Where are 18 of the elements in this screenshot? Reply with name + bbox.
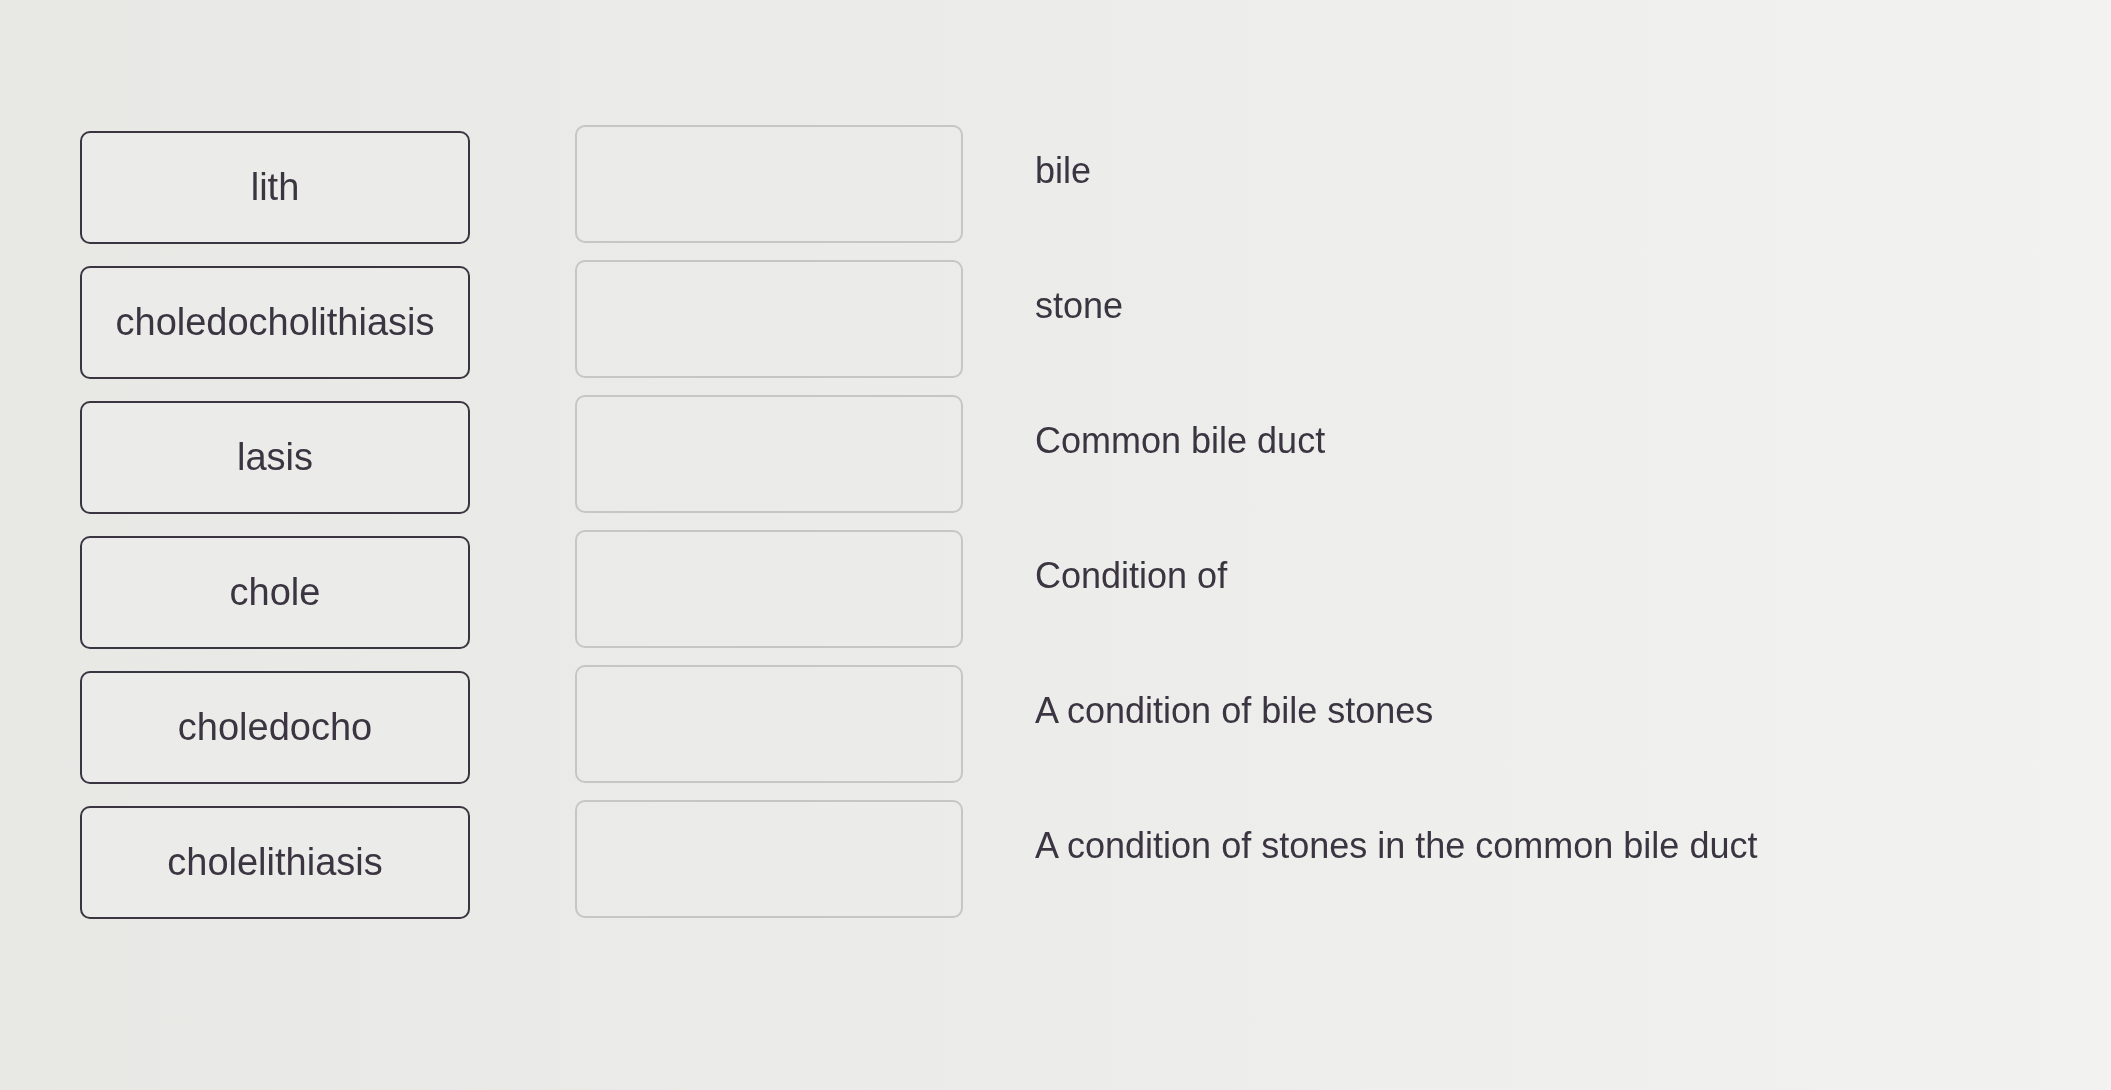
drop-zone[interactable] <box>575 125 963 243</box>
term-tile[interactable]: lith <box>80 131 470 244</box>
drop-zone[interactable] <box>575 800 963 918</box>
term-tile[interactable]: chole <box>80 536 470 649</box>
definition-text: Condition of <box>1035 554 1228 598</box>
definition-text: A condition of stones in the common bile duct <box>1035 824 1758 868</box>
definition-text: bile <box>1035 149 1092 193</box>
term-tile[interactable]: cholelithiasis <box>80 806 470 919</box>
drop-zone[interactable] <box>575 260 963 378</box>
term-tile[interactable]: lasis <box>80 401 470 514</box>
term-tile[interactable]: choledocholithiasis <box>80 266 470 379</box>
drop-zone[interactable] <box>575 395 963 513</box>
term-tile[interactable]: choledocho <box>80 671 470 784</box>
definition-text: Common bile duct <box>1035 419 1326 463</box>
definition-text: A condition of bile stones <box>1035 689 1434 733</box>
definition-text: stone <box>1035 284 1124 328</box>
drop-zone[interactable] <box>575 530 963 648</box>
drop-zone[interactable] <box>575 665 963 783</box>
